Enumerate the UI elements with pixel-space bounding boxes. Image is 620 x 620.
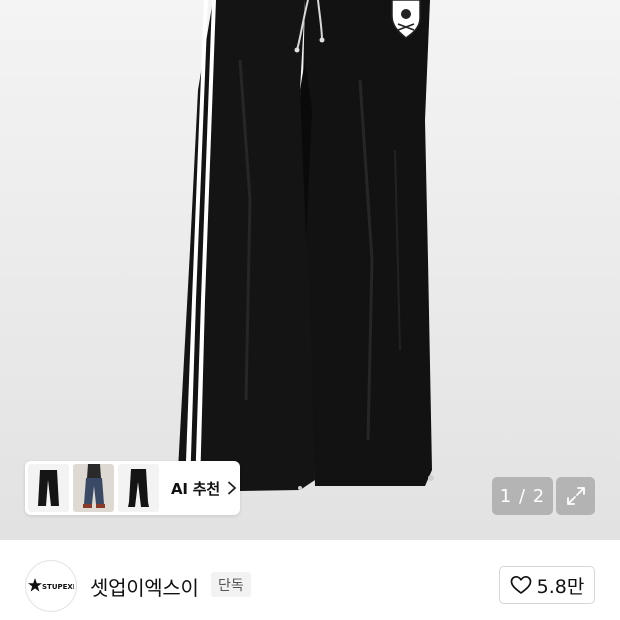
ai-recommend-label: AI 추천 — [171, 479, 221, 498]
exclusive-badge: 단독 — [211, 572, 251, 597]
brand-bar: STUPEXE 셋업이엑스이 단독 5.8만 — [0, 540, 620, 620]
chevron-right-icon — [228, 481, 237, 495]
brand-name[interactable]: 셋업이엑스이 — [90, 572, 199, 601]
expand-button[interactable] — [556, 477, 595, 515]
product-image-viewer[interactable]: AI 추천 1 / 2 — [0, 0, 620, 540]
expand-arrows-icon — [566, 487, 585, 505]
brand-logo-text: STUPEXE — [42, 583, 74, 591]
brand-logo[interactable]: STUPEXE — [25, 560, 77, 612]
ai-recommend-card[interactable]: AI 추천 — [25, 461, 240, 515]
thumb-black-jogger[interactable] — [118, 464, 159, 512]
thumb-black-pants[interactable] — [28, 464, 69, 512]
product-image — [178, 0, 434, 492]
like-button[interactable]: 5.8만 — [499, 566, 595, 604]
heart-icon — [510, 575, 531, 594]
thumb-model-jeans[interactable] — [73, 464, 114, 512]
image-pagination: 1 / 2 — [492, 477, 553, 515]
like-count: 5.8만 — [536, 575, 585, 598]
